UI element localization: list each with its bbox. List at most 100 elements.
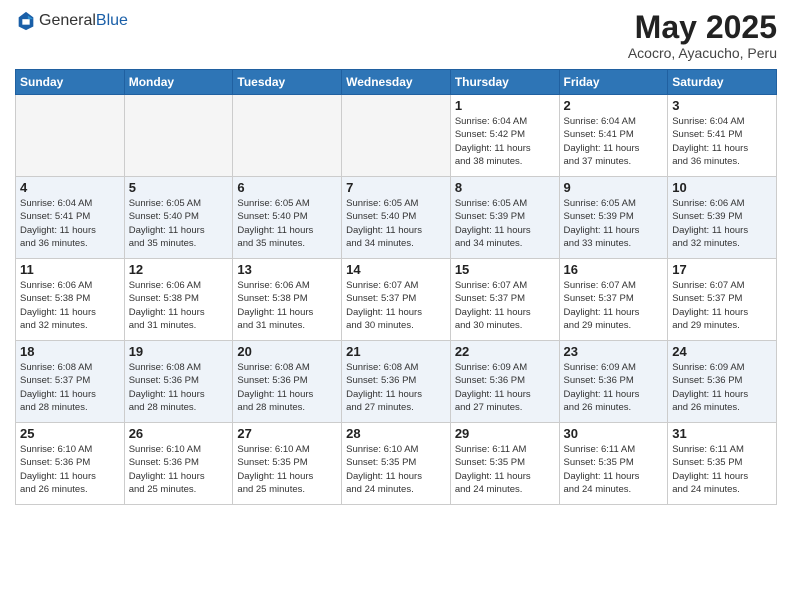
logo: GeneralBlue <box>15 10 128 32</box>
col-tuesday: Tuesday <box>233 70 342 95</box>
day-info: Sunrise: 6:09 AM Sunset: 5:36 PM Dayligh… <box>564 361 664 414</box>
table-row: 28Sunrise: 6:10 AM Sunset: 5:35 PM Dayli… <box>342 423 451 505</box>
table-row: 25 Sunrise: 6:10 AM Sunset: 5:36 PM Dayli… <box>16 423 125 505</box>
table-row: 19Sunrise: 6:08 AM Sunset: 5:36 PM Dayli… <box>124 341 233 423</box>
table-row: 12 Sunrise: 6:06 AM Sunset: 5:38 PM Dayli… <box>124 259 233 341</box>
header: GeneralBlue May 2025 Acocro, Ayacucho, P… <box>15 10 777 61</box>
day-info: Sunrise: 6:05 AM Sunset: 5:40 PM Dayligh… <box>346 197 446 250</box>
day-number: 26 <box>129 426 229 441</box>
table-row <box>16 95 125 177</box>
day-info: Sunrise: 6:04 AM Sunset: 5:42 PM Dayligh… <box>455 115 555 168</box>
day-info: Sunrise: 6:06 AM Sunset: 5:38 PM Dayligh… <box>237 279 337 332</box>
table-row: 13Sunrise: 6:06 AM Sunset: 5:38 PM Dayli… <box>233 259 342 341</box>
col-sunday: Sunday <box>16 70 125 95</box>
table-row: 5Sunrise: 6:05 AM Sunset: 5:40 PM Daylig… <box>124 177 233 259</box>
page-container: GeneralBlue May 2025 Acocro, Ayacucho, P… <box>0 0 792 612</box>
col-saturday: Saturday <box>668 70 777 95</box>
day-number: 17 <box>672 262 772 277</box>
day-info: Sunrise: 6:09 AM Sunset: 5:36 PM Dayligh… <box>455 361 555 414</box>
table-row <box>124 95 233 177</box>
day-number: 18 <box>20 344 120 359</box>
day-info: Sunrise: 6:05 AM Sunset: 5:40 PM Dayligh… <box>129 197 229 250</box>
day-number: 10 <box>672 180 772 195</box>
table-row: 31 Sunrise: 6:11 AM Sunset: 5:35 PM Dayli… <box>668 423 777 505</box>
day-info: Sunrise: 6:11 AM Sunset: 5:35 PM Dayligh… <box>672 443 772 496</box>
col-thursday: Thursday <box>450 70 559 95</box>
table-row: 7 Sunrise: 6:05 AM Sunset: 5:40 PM Daylig… <box>342 177 451 259</box>
calendar-header-row: Sunday Monday Tuesday Wednesday Thursday… <box>16 70 777 95</box>
day-info: Sunrise: 6:06 AM Sunset: 5:38 PM Dayligh… <box>129 279 229 332</box>
table-row: 1 Sunrise: 6:04 AM Sunset: 5:42 PM Daylig… <box>450 95 559 177</box>
day-number: 15 <box>455 262 555 277</box>
day-info: Sunrise: 6:07 AM Sunset: 5:37 PM Dayligh… <box>564 279 664 332</box>
calendar-table: Sunday Monday Tuesday Wednesday Thursday… <box>15 69 777 505</box>
day-number: 4 <box>20 180 120 195</box>
table-row: 24 Sunrise: 6:09 AM Sunset: 5:36 PM Dayli… <box>668 341 777 423</box>
day-number: 6 <box>237 180 337 195</box>
day-number: 31 <box>672 426 772 441</box>
day-number: 28 <box>346 426 446 441</box>
table-row: 16 Sunrise: 6:07 AM Sunset: 5:37 PM Dayli… <box>559 259 668 341</box>
day-number: 23 <box>564 344 664 359</box>
table-row: 22 Sunrise: 6:09 AM Sunset: 5:36 PM Dayli… <box>450 341 559 423</box>
calendar-week-row: 11 Sunrise: 6:06 AM Sunset: 5:38 PM Dayli… <box>16 259 777 341</box>
table-row: 23 Sunrise: 6:09 AM Sunset: 5:36 PM Dayli… <box>559 341 668 423</box>
table-row: 26 Sunrise: 6:10 AM Sunset: 5:36 PM Dayli… <box>124 423 233 505</box>
table-row: 17 Sunrise: 6:07 AM Sunset: 5:37 PM Dayli… <box>668 259 777 341</box>
day-number: 22 <box>455 344 555 359</box>
day-info: Sunrise: 6:08 AM Sunset: 5:36 PM Dayligh… <box>237 361 337 414</box>
day-number: 12 <box>129 262 229 277</box>
day-number: 14 <box>346 262 446 277</box>
day-number: 21 <box>346 344 446 359</box>
day-info: Sunrise: 6:05 AM Sunset: 5:39 PM Dayligh… <box>564 197 664 250</box>
day-info: Sunrise: 6:10 AM Sunset: 5:36 PM Dayligh… <box>129 443 229 496</box>
table-row: 29Sunrise: 6:11 AM Sunset: 5:35 PM Dayli… <box>450 423 559 505</box>
day-info: Sunrise: 6:06 AM Sunset: 5:38 PM Dayligh… <box>20 279 120 332</box>
day-info: Sunrise: 6:07 AM Sunset: 5:37 PM Dayligh… <box>672 279 772 332</box>
col-friday: Friday <box>559 70 668 95</box>
table-row: 21 Sunrise: 6:08 AM Sunset: 5:36 PM Dayli… <box>342 341 451 423</box>
table-row <box>233 95 342 177</box>
day-info: Sunrise: 6:07 AM Sunset: 5:37 PM Dayligh… <box>455 279 555 332</box>
day-number: 3 <box>672 98 772 113</box>
logo-general: General <box>39 12 96 29</box>
calendar-week-row: 1 Sunrise: 6:04 AM Sunset: 5:42 PM Daylig… <box>16 95 777 177</box>
logo-blue: Blue <box>96 12 128 29</box>
table-row: 11 Sunrise: 6:06 AM Sunset: 5:38 PM Dayli… <box>16 259 125 341</box>
day-info: Sunrise: 6:10 AM Sunset: 5:36 PM Dayligh… <box>20 443 120 496</box>
table-row: 6 Sunrise: 6:05 AM Sunset: 5:40 PM Daylig… <box>233 177 342 259</box>
logo-text: GeneralBlue <box>39 12 128 30</box>
day-info: Sunrise: 6:08 AM Sunset: 5:36 PM Dayligh… <box>346 361 446 414</box>
day-number: 19 <box>129 344 229 359</box>
day-number: 16 <box>564 262 664 277</box>
day-number: 7 <box>346 180 446 195</box>
table-row: 10 Sunrise: 6:06 AM Sunset: 5:39 PM Dayli… <box>668 177 777 259</box>
col-monday: Monday <box>124 70 233 95</box>
table-row: 30Sunrise: 6:11 AM Sunset: 5:35 PM Dayli… <box>559 423 668 505</box>
day-info: Sunrise: 6:04 AM Sunset: 5:41 PM Dayligh… <box>20 197 120 250</box>
table-row: 4 Sunrise: 6:04 AM Sunset: 5:41 PM Daylig… <box>16 177 125 259</box>
day-number: 27 <box>237 426 337 441</box>
calendar-week-row: 4 Sunrise: 6:04 AM Sunset: 5:41 PM Daylig… <box>16 177 777 259</box>
day-info: Sunrise: 6:07 AM Sunset: 5:37 PM Dayligh… <box>346 279 446 332</box>
table-row: 18Sunrise: 6:08 AM Sunset: 5:37 PM Dayli… <box>16 341 125 423</box>
day-number: 11 <box>20 262 120 277</box>
day-number: 1 <box>455 98 555 113</box>
day-number: 8 <box>455 180 555 195</box>
day-info: Sunrise: 6:04 AM Sunset: 5:41 PM Dayligh… <box>672 115 772 168</box>
calendar-week-row: 25 Sunrise: 6:10 AM Sunset: 5:36 PM Dayli… <box>16 423 777 505</box>
table-row: 20 Sunrise: 6:08 AM Sunset: 5:36 PM Dayli… <box>233 341 342 423</box>
day-number: 20 <box>237 344 337 359</box>
day-number: 24 <box>672 344 772 359</box>
table-row: 3 Sunrise: 6:04 AM Sunset: 5:41 PM Daylig… <box>668 95 777 177</box>
day-info: Sunrise: 6:09 AM Sunset: 5:36 PM Dayligh… <box>672 361 772 414</box>
day-info: Sunrise: 6:06 AM Sunset: 5:39 PM Dayligh… <box>672 197 772 250</box>
title-section: May 2025 Acocro, Ayacucho, Peru <box>628 10 777 61</box>
day-number: 2 <box>564 98 664 113</box>
table-row: 2Sunrise: 6:04 AM Sunset: 5:41 PM Daylig… <box>559 95 668 177</box>
day-info: Sunrise: 6:11 AM Sunset: 5:35 PM Dayligh… <box>455 443 555 496</box>
day-number: 25 <box>20 426 120 441</box>
day-number: 9 <box>564 180 664 195</box>
table-row: 14 Sunrise: 6:07 AM Sunset: 5:37 PM Dayli… <box>342 259 451 341</box>
day-info: Sunrise: 6:05 AM Sunset: 5:40 PM Dayligh… <box>237 197 337 250</box>
